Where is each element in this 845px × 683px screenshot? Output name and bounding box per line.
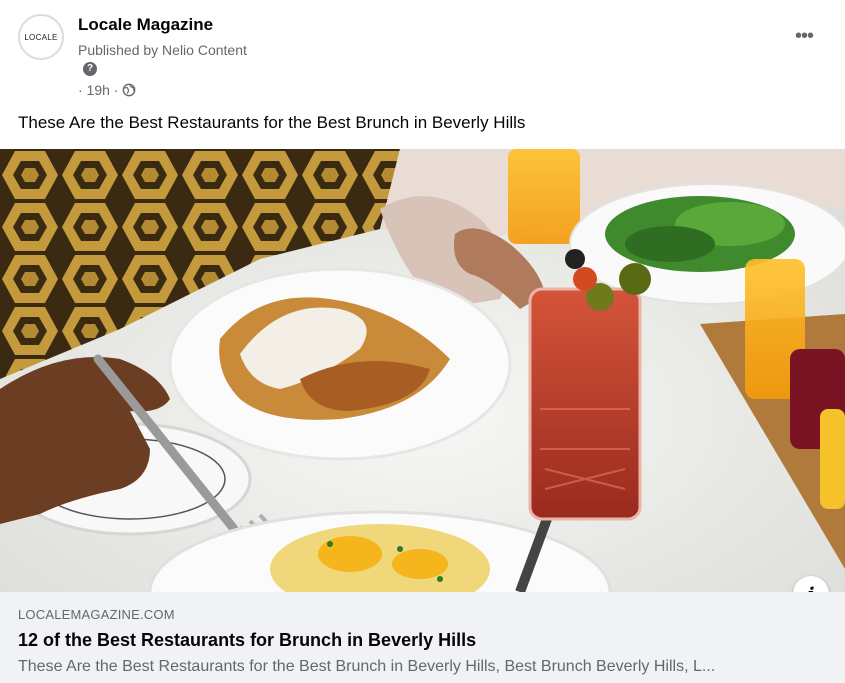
link-description: These Are the Best Restaurants for the B…	[18, 658, 716, 675]
post-image[interactable]	[0, 149, 845, 592]
globe-icon	[123, 83, 136, 97]
timestamp-row: · 19h ·	[78, 82, 136, 98]
link-title[interactable]: 12 of the Best Restaurants for Brunch in…	[18, 630, 476, 651]
post-header: LOCALE Locale Magazine Published by Neli…	[0, 0, 845, 132]
more-options-button[interactable]: •••	[786, 22, 822, 50]
more-icon: •••	[794, 24, 814, 47]
page-name-link[interactable]: Locale Magazine	[78, 15, 213, 35]
post-text: These Are the Best Restaurants for the B…	[18, 113, 526, 132]
question-icon[interactable]: ?	[83, 62, 97, 76]
link-domain: LOCALEMAGAZINE.COM	[18, 607, 175, 622]
timestamp-link[interactable]: · 19h ·	[78, 82, 118, 98]
published-by-text: Published by Nelio Content	[78, 42, 247, 58]
brunch-photo	[0, 149, 845, 592]
avatar[interactable]: LOCALE	[18, 14, 64, 60]
link-preview[interactable]: LOCALEMAGAZINE.COM 12 of the Best Restau…	[0, 592, 845, 683]
